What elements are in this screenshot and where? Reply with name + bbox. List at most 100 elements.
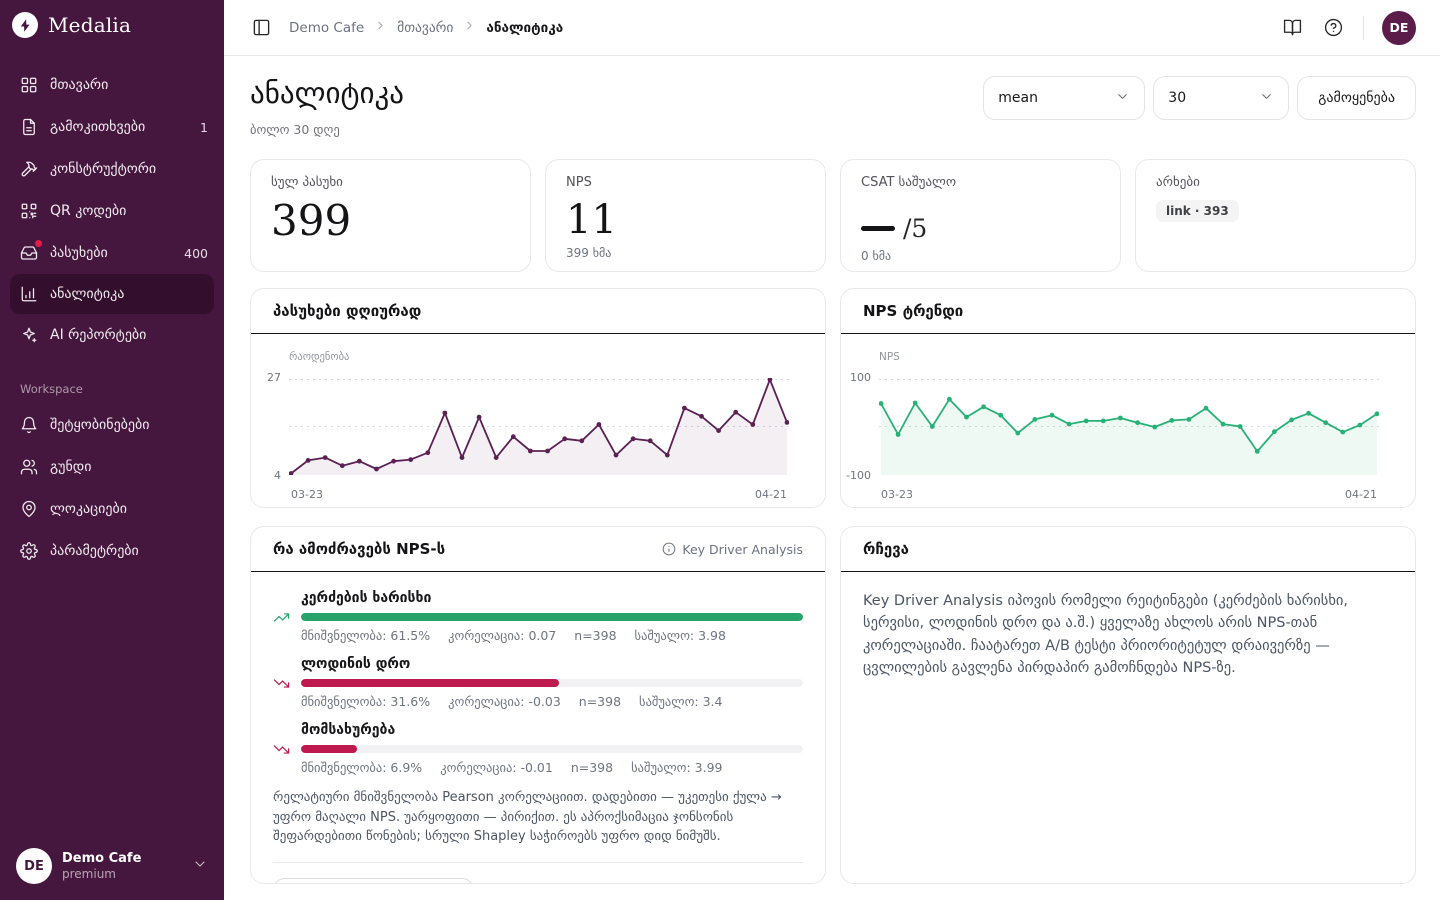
driver-n: n=398 [574,628,616,643]
metric-select[interactable]: mean [983,76,1145,120]
driver-n: n=398 [571,760,613,775]
x-tick-start: 03-23 [291,488,323,501]
bell-icon [20,416,38,434]
user-avatar[interactable]: DE [1382,11,1416,45]
driver-mean: საშუალო: 3.99 [631,760,722,775]
breadcrumb-current: ანალიტიკა [486,20,563,36]
days-select[interactable]: 30 [1153,76,1289,120]
channel-chip: link · 393 [1156,200,1239,222]
bar-chart-icon [20,285,38,303]
stat-value: 399 [271,198,510,244]
empty-value-dash [861,226,895,231]
daily-responses-chart-card: პასუხები დღიურად რაოდენობა 27 4 03-23 04… [250,288,826,508]
sidebar-item-label: შეტყობინებები [50,417,208,433]
main-area: Demo Cafe მთავარი ანალიტიკა DE ან [224,0,1440,900]
ai-recommendations-button[interactable]: ✨ AI რეკომენდაციები [273,878,474,885]
key-driver-title: რა ამოძრავებს NPS-ს [273,540,445,558]
driver-mean: საშუალო: 3.4 [639,694,722,709]
driver-bar-track [301,679,803,687]
driver-bar-track [301,613,803,621]
driver-correlation: კორელაცია: -0.03 [448,694,561,709]
driver-row: მომსახურება მნიშვნელობა: 6.9% კორელაცია:… [273,722,803,775]
document-icon [20,118,38,136]
map-pin-icon [20,500,38,518]
driver-importance: მნიშვნელობა: 6.9% [301,760,422,775]
sidebar-item-notifications[interactable]: შეტყობინებები [0,404,224,446]
nps-trend-chart-card: NPS ტრენდი NPS 100 -100 03-23 04-21 [840,288,1416,508]
stat-label: სულ პასუხი [271,175,510,190]
key-driver-card: რა ამოძრავებს NPS-ს Key Driver Analysis [250,526,826,884]
stat-label: CSAT საშუალო [861,175,1100,190]
sidebar-badge: 400 [184,246,208,261]
driver-row: კერძების ხარისხი მნიშვნელობა: 61.5% კორე… [273,590,803,643]
driver-importance: მნიშვნელობა: 31.6% [301,694,430,709]
gear-icon [20,542,38,560]
sidebar-item-label: პასუხები [50,245,172,261]
divider [273,862,803,863]
sidebar-item-builder[interactable]: კონსტრუქტორი [0,148,224,190]
sidebar-item-responses[interactable]: პასუხები 400 [0,232,224,274]
sidebar-item-label: გუნდი [50,459,208,475]
inbox-icon [20,244,38,262]
breadcrumb-home[interactable]: მთავარი [397,20,453,36]
x-tick-end: 04-21 [1345,488,1377,501]
key-driver-footnote: რელატიური მნიშვნელობა Pearson კორელაციით… [273,788,803,847]
y-axis-label: NPS [879,351,900,363]
grid-icon [20,76,38,94]
driver-correlation: კორელაცია: -0.01 [440,760,553,775]
nps-trend-line-chart [879,378,1379,475]
trending-down-icon [273,741,301,775]
stats-row: სულ პასუხი 399 NPS 11 399 ხმა CSAT საშუა… [250,159,1416,272]
workspace-section-label: Workspace [20,382,224,396]
sidebar-item-settings[interactable]: პარამეტრები [0,530,224,572]
x-tick-start: 03-23 [881,488,913,501]
sidebar-toggle-button[interactable] [250,16,273,39]
sidebar-item-team[interactable]: გუნდი [0,446,224,488]
docs-button[interactable] [1281,16,1304,39]
users-icon [20,458,38,476]
help-button[interactable] [1322,16,1345,39]
sidebar-item-surveys[interactable]: გამოკითხვები 1 [0,106,224,148]
stat-sub: 0 ხმა [861,249,1100,263]
divider [1363,16,1364,40]
sidebar-item-label: პარამეტრები [50,543,208,559]
sidebar-badge: 1 [200,120,208,135]
driver-name: კერძების ხარისხი [301,590,803,606]
csat-denominator: /5 [903,214,927,243]
sidebar-item-locations[interactable]: ლოკაციები [0,488,224,530]
brand-logo-icon [12,12,38,38]
driver-bar-fill [301,613,803,621]
sidebar-nav: მთავარი გამოკითხვები 1 კონსტრუქტორი QR [0,64,224,356]
days-select-value: 30 [1168,90,1186,106]
account-avatar: DE [16,848,52,884]
driver-importance: მნიშვნელობა: 61.5% [301,628,430,643]
page-subtitle: ბოლო 30 დღე [250,122,404,137]
stat-card-total-responses: სულ პასუხი 399 [250,159,531,272]
chart-title: პასუხები დღიურად [273,302,421,320]
apply-button[interactable]: გამოყენება [1297,76,1416,120]
account-plan: premium [62,867,182,881]
account-switcher[interactable]: DE Demo Cafe premium [0,834,224,900]
driver-bar-fill [301,745,357,753]
sidebar-item-ai-reports[interactable]: AI რეპორტები [0,314,224,356]
daily-responses-line-chart [289,378,789,475]
chevron-right-icon [374,19,387,36]
breadcrumb-workspace[interactable]: Demo Cafe [289,20,364,36]
stat-card-csat: CSAT საშუალო /5 0 ხმა [840,159,1121,272]
stat-label: არხები [1156,175,1395,190]
sidebar-item-home[interactable]: მთავარი [0,64,224,106]
sidebar-item-label: AI რეპორტები [50,327,208,343]
sidebar-item-analytics[interactable]: ანალიტიკა [10,274,214,314]
sidebar-item-label: კონსტრუქტორი [50,161,208,177]
metric-select-value: mean [998,90,1038,106]
driver-correlation: კორელაცია: 0.07 [448,628,556,643]
tip-title: რჩევა [863,540,909,558]
sidebar-item-label: გამოკითხვები [50,119,188,135]
chart-title: NPS ტრენდი [863,302,963,320]
y-tick-max: 100 [841,371,871,384]
sidebar-item-qr[interactable]: QR კოდები [0,190,224,232]
sidebar-item-label: ლოკაციები [50,501,208,517]
y-tick-max: 27 [251,371,281,384]
driver-name: ლოდინის დრო [301,656,803,672]
stat-card-channels: არხები link · 393 [1135,159,1416,272]
